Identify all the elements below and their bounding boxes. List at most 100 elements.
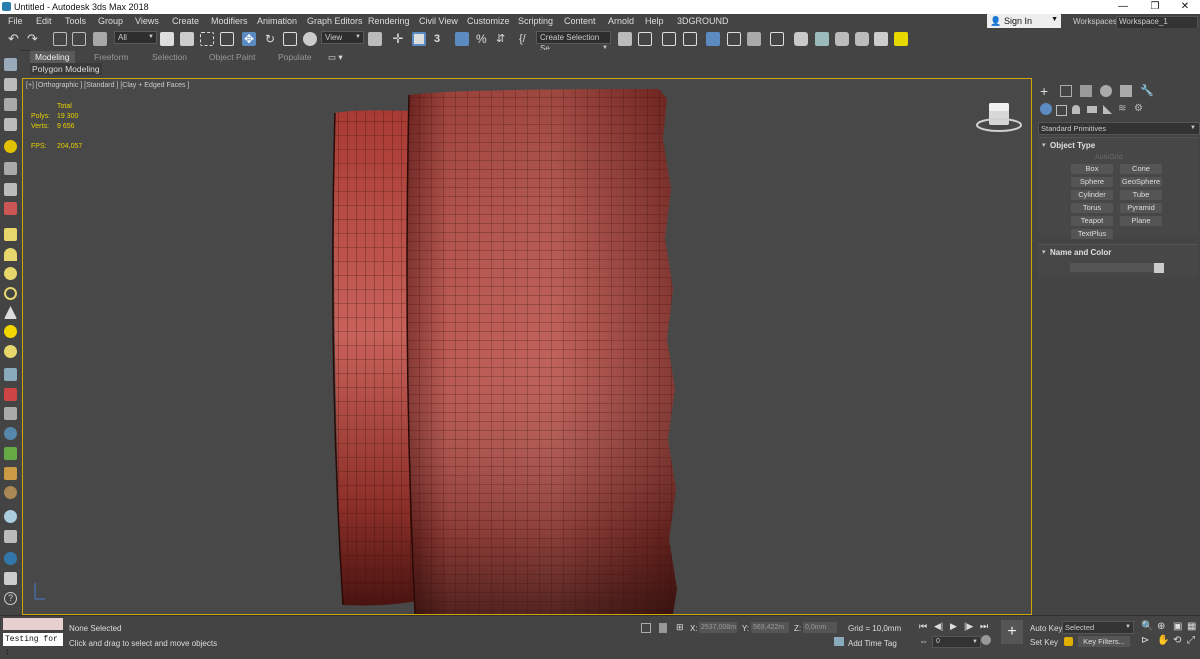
cone-icon[interactable] xyxy=(4,306,17,319)
ribbon-panel-polygon-modeling[interactable]: Polygon Modeling xyxy=(30,63,102,75)
schematic-view-icon[interactable] xyxy=(747,32,761,46)
spacewarps-category-icon[interactable]: ≋ xyxy=(1118,103,1126,114)
tab-selection[interactable]: Selection xyxy=(152,52,187,62)
mesh-object[interactable] xyxy=(23,79,1032,615)
maximize-button[interactable]: ❐ xyxy=(1140,0,1170,14)
y-coordinate-field[interactable]: 569,422m xyxy=(751,622,789,633)
particle-icon[interactable] xyxy=(4,388,17,401)
material-editor-icon[interactable] xyxy=(770,32,784,46)
hair-icon[interactable] xyxy=(4,368,17,381)
tab-object-paint[interactable]: Object Paint xyxy=(209,52,255,62)
angle-snap-icon[interactable] xyxy=(455,32,469,46)
object-type-title[interactable]: Object Type xyxy=(1050,141,1095,150)
cylinder-button[interactable]: Cylinder xyxy=(1071,190,1113,200)
unlink-icon[interactable] xyxy=(72,32,86,46)
mirror-icon[interactable] xyxy=(618,32,632,46)
x-coordinate-field[interactable]: 2537,008m xyxy=(699,622,737,633)
torus-button[interactable]: Torus xyxy=(1071,203,1113,213)
teapot-button[interactable]: Teapot xyxy=(1071,216,1113,226)
menu-tools[interactable]: Tools xyxy=(65,16,86,26)
motion-tab-icon[interactable] xyxy=(1100,85,1112,97)
select-and-rotate-icon[interactable]: ↻ xyxy=(263,32,277,46)
menu-animation[interactable]: Animation xyxy=(257,16,297,26)
link-icon[interactable] xyxy=(53,32,67,46)
render-in-cloud-icon[interactable] xyxy=(874,32,888,46)
help-icon[interactable]: ? xyxy=(4,592,17,605)
cameras-category-icon[interactable] xyxy=(1087,106,1097,113)
reference-coordinate-dropdown[interactable]: View ▼ xyxy=(321,31,364,44)
macro-recorder-field[interactable] xyxy=(3,618,63,630)
menu-content[interactable]: Content xyxy=(564,16,596,26)
scene-explorer-tab-icon[interactable] xyxy=(4,78,17,91)
menu-3dground[interactable]: 3DGROUND xyxy=(677,16,729,26)
place-icon[interactable] xyxy=(303,32,317,46)
cone-button[interactable]: Cone xyxy=(1120,164,1162,174)
menu-scripting[interactable]: Scripting xyxy=(518,16,553,26)
keyboard-shortcut-override-icon[interactable] xyxy=(412,32,426,46)
pivot-icon[interactable] xyxy=(368,32,382,46)
globe-icon[interactable] xyxy=(4,427,17,440)
utilities-tab-icon[interactable]: 🔧 xyxy=(1140,85,1154,97)
name-and-color-title[interactable]: Name and Color xyxy=(1050,248,1111,257)
current-frame-field[interactable]: 0 ▼ xyxy=(932,636,981,648)
spinner-snap-icon[interactable]: ⇵ xyxy=(496,32,510,46)
selection-lock-icon[interactable] xyxy=(659,623,667,633)
maximize-viewport-icon[interactable]: ⤢ xyxy=(1187,635,1195,646)
helpers-category-icon[interactable] xyxy=(1103,105,1112,114)
go-to-start-icon[interactable]: ⏮ xyxy=(919,621,927,632)
large-cylinder[interactable] xyxy=(406,89,677,614)
previous-frame-icon[interactable]: ◀| xyxy=(934,621,943,632)
selection-filter-dropdown[interactable]: All ▼ xyxy=(114,31,157,44)
box-button[interactable]: Box xyxy=(1071,164,1113,174)
z-coordinate-field[interactable]: 0,0mm xyxy=(803,622,837,633)
sphere-icon[interactable] xyxy=(4,267,17,280)
material-ball-icon[interactable] xyxy=(4,345,17,358)
menu-group[interactable]: Group xyxy=(98,16,123,26)
bind-space-warp-icon[interactable] xyxy=(93,32,107,46)
menu-file[interactable]: File xyxy=(8,16,23,26)
object-name-field[interactable] xyxy=(1070,263,1154,272)
viewcube[interactable] xyxy=(976,103,1022,132)
script-listener-field[interactable]: Testing for : xyxy=(3,633,63,657)
menu-graph-editors[interactable]: Graph Editors xyxy=(307,16,363,26)
close-button[interactable]: ✕ xyxy=(1170,0,1200,14)
animal-icon[interactable] xyxy=(4,467,17,480)
select-and-scale-icon[interactable] xyxy=(283,32,297,46)
orbit-icon[interactable]: ⟲ xyxy=(1173,635,1181,646)
create-tab-icon[interactable]: + xyxy=(1040,84,1052,98)
rollout-collapse-icon[interactable]: ▾ xyxy=(1042,141,1046,149)
select-manipulate-icon[interactable]: ✛ xyxy=(391,32,405,46)
window-crossing-icon[interactable] xyxy=(220,32,234,46)
spacewarp-icon[interactable] xyxy=(4,202,17,215)
render-sphere-icon[interactable] xyxy=(4,552,17,565)
menu-modifiers[interactable]: Modifiers xyxy=(211,16,248,26)
utility-icon[interactable] xyxy=(4,572,17,585)
isolate-selection-icon[interactable] xyxy=(641,623,651,633)
sun-icon[interactable] xyxy=(4,325,17,338)
foliage-icon[interactable] xyxy=(4,447,17,460)
key-filters-button[interactable]: Key Filters... xyxy=(1078,636,1130,647)
field-of-view-icon[interactable]: ⊳ xyxy=(1141,635,1149,646)
sphere-button[interactable]: Sphere xyxy=(1071,177,1113,187)
pan-icon[interactable]: ✋ xyxy=(1157,635,1169,646)
render-iterative-icon[interactable] xyxy=(855,32,869,46)
select-object-icon[interactable] xyxy=(160,32,174,46)
zoom-all-icon[interactable]: ⊕ xyxy=(1157,621,1165,632)
layout-tab-icon[interactable] xyxy=(4,98,17,111)
percent-snap-icon[interactable]: % xyxy=(476,32,490,46)
small-cylinder[interactable] xyxy=(332,110,417,606)
curve-editor-icon[interactable] xyxy=(727,32,741,46)
tab-freeform[interactable]: Freeform xyxy=(94,52,128,62)
select-by-name-icon[interactable] xyxy=(180,32,194,46)
render-production-icon[interactable] xyxy=(835,32,849,46)
helper-icon[interactable] xyxy=(4,183,17,196)
modify-tab-icon[interactable] xyxy=(1060,85,1072,97)
rendered-frame-window-icon[interactable] xyxy=(815,32,829,46)
zoom-extents-icon[interactable]: ▣ xyxy=(1173,621,1182,632)
object-color-swatch[interactable] xyxy=(1154,263,1164,273)
tab-populate[interactable]: Populate xyxy=(278,52,312,62)
viewport-layout-icon[interactable] xyxy=(4,58,17,71)
key-selection-dropdown[interactable]: Selected ▼ xyxy=(1062,621,1134,634)
grid-icon[interactable] xyxy=(4,118,17,131)
shapes-category-icon[interactable] xyxy=(1056,105,1067,116)
